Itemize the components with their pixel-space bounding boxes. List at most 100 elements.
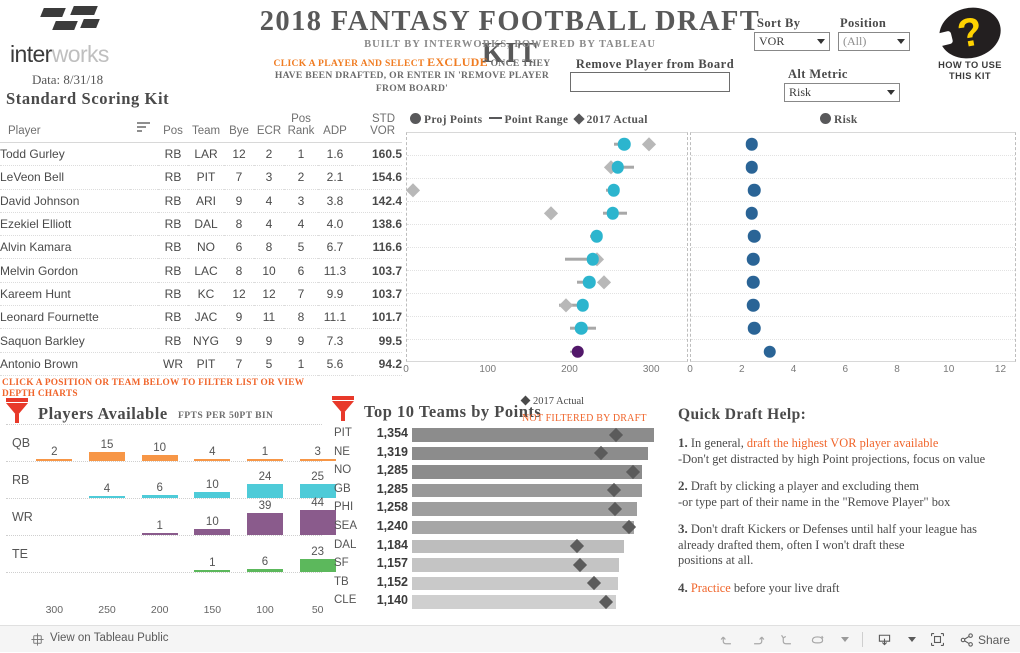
bar[interactable] [89, 495, 125, 498]
proj-points-marker[interactable] [618, 137, 631, 151]
chevron-down-icon[interactable] [840, 637, 849, 642]
team-bar[interactable] [412, 502, 638, 516]
refresh-button[interactable] [809, 631, 826, 648]
team-row[interactable]: NO 1,285 [330, 462, 670, 481]
bar-cell[interactable]: 6 [141, 482, 178, 498]
column-header-pos-rank[interactable]: Pos Rank [284, 113, 318, 143]
risk-row[interactable] [691, 271, 1015, 294]
table-row[interactable]: Leonard Fournette RB JAC 9 11 8 11.1 101.7 [0, 305, 402, 330]
bar[interactable] [141, 494, 178, 498]
bar[interactable] [247, 512, 283, 535]
undo-button[interactable] [719, 631, 736, 648]
table-row[interactable]: LeVeon Bell RB PIT 7 3 2 2.1 154.6 [0, 165, 402, 190]
bar[interactable] [141, 533, 178, 535]
dot-plot-row[interactable] [406, 179, 687, 202]
share-button[interactable]: Share [959, 632, 1010, 648]
risk-marker[interactable] [745, 137, 759, 151]
bar-cell[interactable]: 6 [247, 556, 283, 572]
team-row[interactable]: SEA 1,240 [330, 518, 670, 537]
table-row[interactable]: Todd Gurley RB LAR 12 2 1 1.6 160.5 [0, 142, 402, 167]
bar-cell[interactable]: 24 [247, 471, 283, 498]
bar[interactable] [141, 455, 178, 461]
risk-marker[interactable] [748, 229, 761, 243]
bar-cell[interactable]: 4 [89, 483, 125, 498]
position-select[interactable]: (All) [838, 32, 910, 51]
download-button[interactable] [876, 631, 893, 648]
team-row[interactable]: TB 1,152 [330, 574, 670, 593]
team-bar[interactable] [412, 558, 619, 572]
risk-marker[interactable] [748, 183, 761, 197]
table-row[interactable]: Alvin Kamara RB NO 6 8 5 6.7 116.6 [0, 235, 402, 260]
team-bar[interactable] [412, 465, 642, 479]
risk-row[interactable] [691, 294, 1015, 317]
risk-row[interactable] [691, 179, 1015, 202]
risk-marker[interactable] [746, 275, 760, 289]
proj-points-marker[interactable] [571, 345, 585, 358]
table-row[interactable]: Melvin Gordon RB LAC 8 10 6 11.3 103.7 [0, 258, 402, 283]
bar-cell[interactable]: 2 [36, 446, 73, 461]
proj-points-marker[interactable] [576, 298, 589, 312]
bar-cell[interactable]: 4 [194, 446, 231, 461]
redo-button[interactable] [749, 631, 766, 648]
view-on-tableau-public-link[interactable]: View on Tableau Public [50, 632, 169, 644]
filter-funnel-icon[interactable] [6, 398, 28, 424]
proj-points-marker[interactable] [586, 252, 599, 266]
proj-points-marker[interactable] [590, 229, 603, 243]
bar-cell[interactable]: 10 [194, 479, 231, 498]
risk-row[interactable] [691, 202, 1015, 225]
bar-cell[interactable]: 1 [141, 520, 178, 535]
position-row-wr[interactable]: WR 1 10 39 44 [6, 497, 336, 536]
bar-cell[interactable]: 1 [194, 557, 231, 572]
team-row[interactable]: CLE 1,140 [330, 592, 670, 611]
dot-plot-row[interactable] [407, 294, 687, 317]
team-bar[interactable] [412, 595, 616, 609]
risk-marker[interactable] [763, 345, 777, 358]
position-row-te[interactable]: TE 1 6 23 [6, 536, 336, 573]
team-bar[interactable] [412, 539, 624, 554]
proj-points-marker[interactable] [607, 183, 621, 197]
how-to-use-kit-button[interactable]: ? HOW TO USE THIS KIT [932, 1, 1008, 82]
risk-marker[interactable] [745, 206, 759, 220]
revert-button[interactable] [779, 631, 796, 648]
remove-player-input[interactable] [570, 72, 730, 92]
bar[interactable] [36, 459, 73, 461]
risk-row[interactable] [691, 340, 1015, 363]
dot-plot-row[interactable] [407, 133, 687, 156]
bar[interactable] [247, 459, 283, 461]
column-header-ecr[interactable]: ECR [254, 113, 284, 143]
team-row[interactable]: PIT 1,354 [330, 425, 670, 444]
position-row-rb[interactable]: RB 4 6 10 24 25 [6, 462, 336, 499]
bar-cell[interactable]: 10 [194, 516, 231, 535]
team-bar[interactable] [412, 446, 648, 461]
column-header-bye[interactable]: Bye [224, 113, 254, 143]
table-row[interactable]: David Johnson RB ARI 9 4 3 3.8 142.4 [0, 189, 402, 213]
proj-points-marker[interactable] [574, 321, 588, 335]
bar[interactable] [194, 492, 231, 498]
dot-plot-row[interactable] [407, 202, 687, 225]
column-header-team[interactable]: Team [188, 113, 224, 143]
bar-cell[interactable]: 15 [89, 439, 125, 461]
bar[interactable] [247, 568, 283, 572]
chevron-down-icon[interactable] [907, 637, 916, 642]
bar[interactable] [194, 570, 231, 572]
position-row-qb[interactable]: QB 2 15 10 4 1 3 [6, 425, 336, 462]
bar[interactable] [247, 484, 283, 498]
risk-marker[interactable] [745, 160, 759, 174]
proj-points-marker[interactable] [583, 275, 596, 289]
filter-funnel-icon[interactable] [332, 396, 354, 422]
dot-plot-row[interactable] [407, 225, 687, 248]
bar-cell[interactable]: 1 [247, 446, 283, 461]
column-header-adp[interactable]: ADP [318, 113, 352, 143]
proj-points-marker[interactable] [606, 206, 620, 220]
sort-by-select[interactable]: VOR [754, 32, 830, 51]
column-header-std-vor[interactable]: STD VOR [352, 113, 402, 143]
team-row[interactable]: GB 1,285 [330, 481, 670, 500]
table-row[interactable]: Antonio Brown WR PIT 7 5 1 5.6 94.2 [0, 352, 402, 376]
dot-plot-row[interactable] [407, 248, 687, 271]
dot-plot-row[interactable] [407, 271, 687, 294]
dot-plot-row[interactable] [407, 340, 687, 363]
table-row[interactable]: Saquon Barkley RB NYG 9 9 9 7.3 99.5 [0, 328, 402, 353]
risk-row[interactable] [691, 156, 1015, 179]
column-header-pos[interactable]: Pos [158, 113, 188, 143]
table-row[interactable]: Kareem Hunt RB KC 12 12 7 9.9 103.7 [0, 282, 402, 307]
